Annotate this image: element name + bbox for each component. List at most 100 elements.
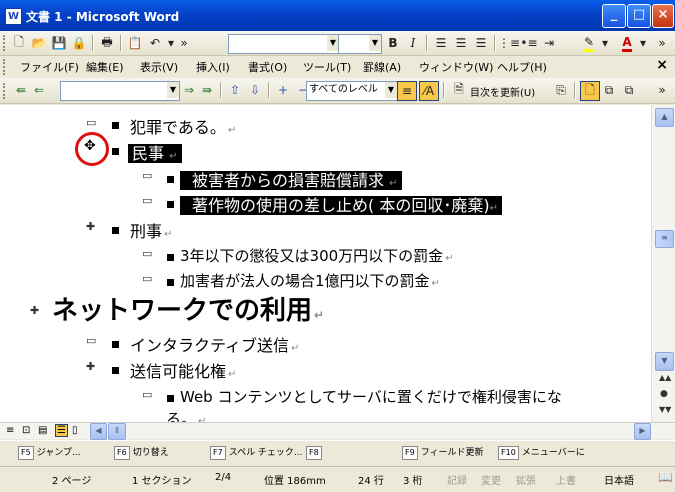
undo-dropdown-icon[interactable]: ▾ (166, 34, 176, 52)
minus-icon[interactable]: ▭ (142, 194, 152, 207)
scroll-down-icon[interactable]: ▼ (655, 352, 674, 371)
outline-level-combo[interactable]: ▼ (60, 81, 180, 101)
menu-format[interactable]: 書式(O) (248, 59, 287, 75)
normal-view-icon[interactable]: ≡ (6, 425, 14, 436)
menu-grip[interactable] (3, 59, 8, 75)
minus-icon[interactable]: ▭ (142, 169, 152, 182)
go-to-toc-icon[interactable]: ⎘ (552, 81, 570, 99)
scroll-left-icon[interactable]: ◀ (90, 423, 107, 440)
align-left-icon[interactable]: ☰ (432, 34, 450, 52)
outline-item-continued[interactable]: る。 ↵ (166, 408, 206, 422)
style-combo[interactable]: ▼ (228, 34, 340, 54)
outline-item[interactable]: 民事 ↵ (128, 140, 182, 164)
status-extend[interactable]: 拡張 (516, 472, 536, 487)
align-right-icon[interactable]: ☰ (472, 34, 490, 52)
update-toc-button[interactable]: 目次を更新(U) (470, 84, 535, 99)
maximize-button[interactable]: □ (627, 4, 651, 28)
web-layout-icon[interactable]: ⊡ (22, 425, 30, 436)
undo-icon[interactable]: ↶ (146, 34, 164, 52)
previous-page-icon[interactable]: ▲▲ (659, 373, 671, 382)
horizontal-scroll-thumb[interactable]: ⦀ (108, 423, 126, 440)
plus-icon[interactable]: ✚ (86, 360, 95, 373)
outline-item[interactable]: 刑事 ↵ (130, 218, 172, 242)
font-color-icon[interactable]: A (618, 34, 636, 52)
scroll-thumb[interactable]: ≡ (655, 230, 674, 248)
status-overtype[interactable]: 上書 (556, 472, 576, 487)
fkey-f8[interactable]: F8 (306, 445, 325, 461)
chevron-down-icon[interactable]: ▼ (385, 82, 397, 98)
insert-subdocument-icon[interactable]: ⧉ (620, 81, 638, 99)
fkey-spell-check[interactable]: F7 スペル チェック... (210, 445, 303, 461)
status-track-changes[interactable]: 変更 (481, 472, 501, 487)
minimize-button[interactable]: _ (602, 4, 626, 28)
toolbar-options-icon[interactable]: » (178, 34, 190, 52)
spelling-status-icon[interactable]: 📖 (658, 470, 673, 484)
fkey-switch[interactable]: F6 切り替え (114, 445, 169, 461)
word-doc-icon[interactable]: W (5, 8, 22, 25)
outline-item[interactable]: 被害者からの損害賠償請求 ↵ (180, 167, 402, 191)
menu-window[interactable]: ウィンドウ(W) (419, 59, 493, 75)
menu-edit[interactable]: 編集(E) (86, 59, 124, 75)
outline-item[interactable]: Web コンテンツとしてサーバに置くだけで権利侵害にな (180, 386, 562, 407)
numbering-icon[interactable]: ⋮≡ (498, 34, 520, 52)
close-document-icon[interactable]: × (656, 57, 668, 73)
select-browse-object-icon[interactable]: ● (660, 389, 668, 399)
show-formatting-icon[interactable]: ⁄A (419, 81, 439, 101)
demote-icon[interactable]: ⇒ (180, 81, 198, 99)
print-icon[interactable]: 🖶 (98, 34, 116, 52)
move-up-icon[interactable]: ⇧ (226, 81, 244, 99)
menu-help[interactable]: ヘルプ(H) (497, 59, 547, 75)
document-area[interactable]: ▭ 犯罪である。 ↵ ✥ 民事 ↵ ▭ 被害者からの損害賠償請求 ↵ ▭ 著作物の… (0, 105, 651, 422)
show-first-line-icon[interactable]: ≡ (397, 81, 417, 101)
chevron-down-icon[interactable]: ▼ (369, 35, 381, 51)
show-level-combo[interactable]: すべてのレベル ▼ (306, 81, 398, 101)
scroll-up-icon[interactable]: ▲ (655, 108, 674, 127)
demote-to-body-icon[interactable]: ⇛ (198, 81, 216, 99)
font-size-combo[interactable]: ▼ (338, 34, 382, 54)
chevron-down-icon[interactable]: ▼ (167, 82, 179, 98)
menu-insert[interactable]: 挿入(I) (196, 59, 230, 75)
outline-view-icon[interactable]: ☰ (55, 424, 68, 437)
promote-to-heading-icon[interactable]: ⇚ (12, 81, 30, 99)
vertical-scrollbar[interactable]: ▲ ≡ ▼ ▲▲ ● ▼▼ (651, 105, 675, 422)
outline-item[interactable]: 3年以下の懲役又は300万円以下の罰金 ↵ (180, 245, 454, 266)
expand-icon[interactable]: + (274, 81, 292, 99)
minus-icon[interactable]: ▭ (142, 272, 152, 285)
open-folder-icon[interactable]: 📂 (30, 34, 48, 52)
fkey-menu-bar[interactable]: F10 メニューバーに (498, 445, 585, 461)
bold-button[interactable]: B (384, 34, 402, 52)
master-document-view-icon[interactable]: 🗋 (580, 81, 600, 101)
toolbar-options-icon[interactable]: » (656, 34, 668, 52)
menu-tools[interactable]: ツール(T) (303, 59, 351, 75)
fkey-jump[interactable]: F5 ジャンプ... (18, 445, 81, 461)
permission-icon[interactable]: 🔒 (70, 34, 88, 52)
outline-item[interactable]: 著作物の使用の差し止め( 本の回収･廃棄)↵ (180, 192, 502, 216)
outline-item[interactable]: 加害者が法人の場合1億円以下の罰金 ↵ (180, 270, 440, 291)
menu-file[interactable]: ファイル(F) (20, 59, 79, 75)
outline-item[interactable]: 送信可能化権 ↵ (130, 358, 236, 382)
next-page-icon[interactable]: ▼▼ (659, 405, 671, 414)
bullets-icon[interactable]: •≡ (520, 34, 538, 52)
update-toc-icon[interactable]: 🗎 (450, 81, 468, 99)
indent-icon[interactable]: ⇥ (540, 34, 558, 52)
plus-icon[interactable]: ✚ (86, 220, 95, 233)
paste-icon[interactable]: 📋 (126, 34, 144, 52)
collapse-subdocuments-icon[interactable]: ⧉ (600, 81, 618, 99)
highlight-icon[interactable]: ✎ (580, 34, 598, 52)
status-record-macro[interactable]: 記録 (447, 472, 467, 487)
outline-item[interactable]: インタラクティブ送信 ↵ (130, 332, 299, 356)
toolbar-grip[interactable] (3, 83, 8, 99)
print-layout-icon[interactable]: ▤ (38, 425, 47, 436)
close-button[interactable]: × (652, 4, 674, 28)
outline-heading[interactable]: ネットワークでの利用 ↵ (52, 290, 324, 327)
new-document-icon[interactable]: 🗋 (10, 34, 28, 52)
minus-icon[interactable]: ▭ (86, 334, 96, 347)
toolbar-options-icon[interactable]: » (656, 81, 668, 99)
toolbar-grip[interactable] (3, 35, 8, 51)
chevron-down-icon[interactable]: ▾ (638, 34, 648, 52)
move-down-icon[interactable]: ⇩ (246, 81, 264, 99)
minus-icon[interactable]: ▭ (142, 388, 152, 401)
minus-icon[interactable]: ▭ (142, 247, 152, 260)
chevron-down-icon[interactable]: ▾ (600, 34, 610, 52)
menu-table[interactable]: 罫線(A) (363, 59, 401, 75)
